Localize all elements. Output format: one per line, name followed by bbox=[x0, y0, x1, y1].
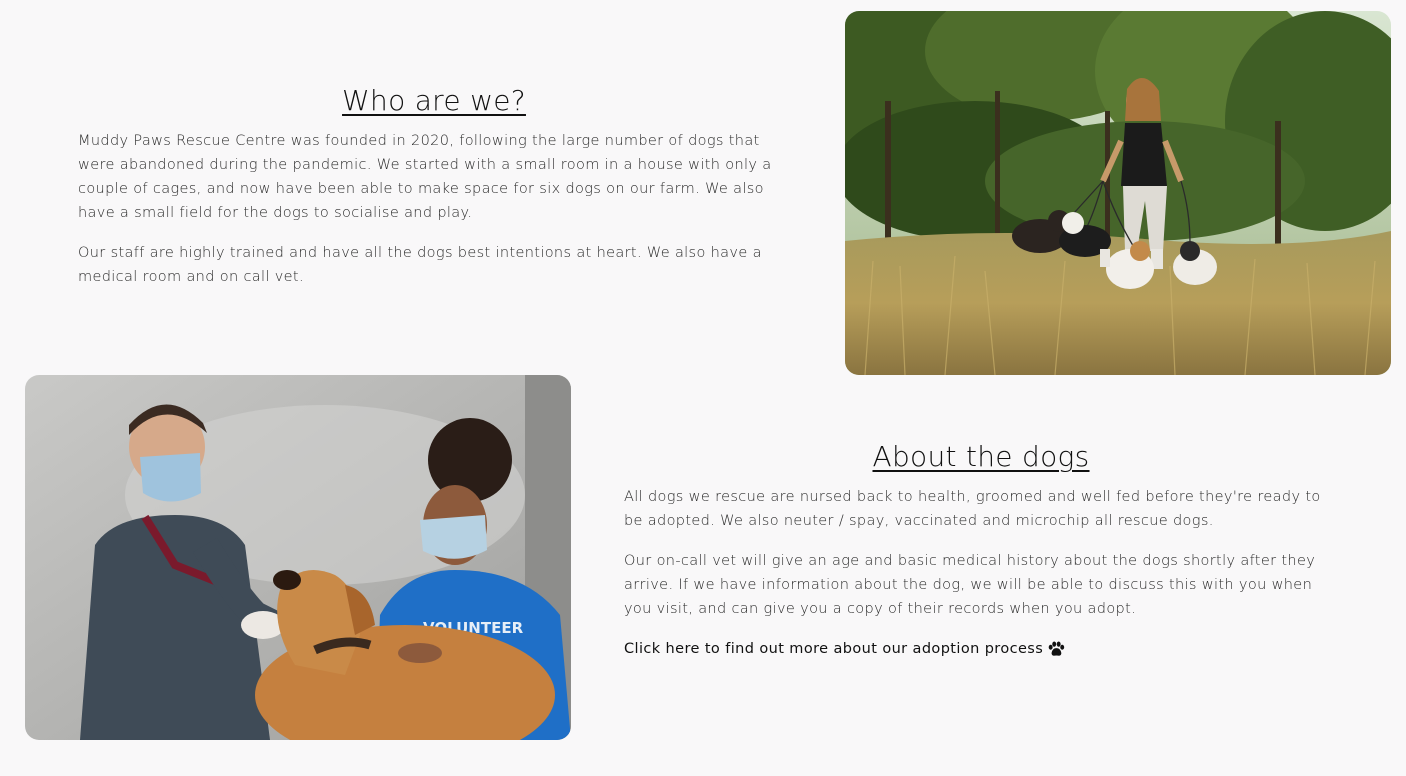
about-the-dogs-heading: About the dogs bbox=[872, 440, 1090, 473]
vet-and-volunteer-with-dog-photo: VOLUNTEER bbox=[25, 375, 571, 740]
adoption-process-link-text: Click here to find out more about our ad… bbox=[624, 641, 1044, 657]
adoption-process-link[interactable]: Click here to find out more about our ad… bbox=[624, 637, 1065, 661]
who-paragraph-1: Muddy Paws Rescue Centre was founded in … bbox=[78, 133, 772, 221]
about-paragraph-1: All dogs we rescue are nursed back to he… bbox=[624, 489, 1321, 529]
about-paragraph-2: Our on-call vet will give an age and bas… bbox=[624, 553, 1316, 617]
who-are-we-heading: Who are we? bbox=[342, 84, 526, 117]
page: Who are we? Muddy Paws Rescue Centre was… bbox=[0, 0, 1406, 776]
about-the-dogs-section: About the dogs All dogs we rescue are nu… bbox=[624, 440, 1344, 661]
woman-walking-dogs-photo bbox=[845, 11, 1391, 375]
who-are-we-section: Who are we? Muddy Paws Rescue Centre was… bbox=[78, 84, 798, 305]
who-paragraph-2: Our staff are highly trained and have al… bbox=[78, 245, 762, 285]
paw-icon bbox=[1047, 641, 1065, 657]
